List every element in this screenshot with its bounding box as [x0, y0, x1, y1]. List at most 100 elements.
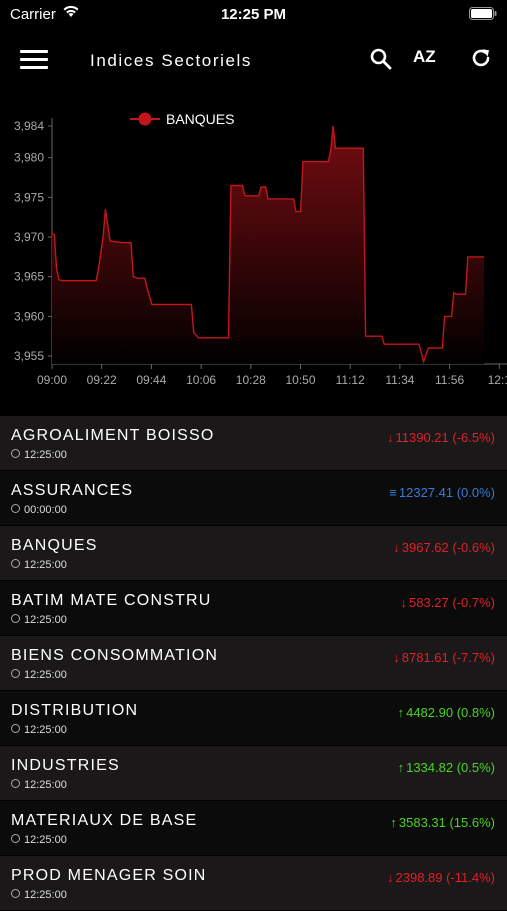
x-tick-label: 09:22 — [87, 373, 117, 387]
clock-icon — [11, 614, 20, 623]
sector-name: DISTRIBUTION — [11, 702, 139, 719]
trend-flat-icon: ≡ — [389, 485, 397, 500]
sector-value: ↓ 583.27 (-0.7%) — [401, 595, 496, 610]
sector-time: 12:25:00 — [11, 559, 67, 571]
y-tick-label: 3,960 — [14, 309, 44, 323]
x-tick-label: 10:06 — [186, 373, 216, 387]
y-tick-label: 3,980 — [14, 151, 44, 165]
sector-value-text: 1334.82 (0.5%) — [406, 760, 495, 775]
sector-time-value: 12:25:00 — [24, 834, 67, 846]
sector-value: ↑ 3583.31 (15.6%) — [390, 815, 495, 830]
sector-value: ↓ 11390.21 (-6.5%) — [387, 430, 495, 445]
sector-value: ≡ 12327.41 (0.0%) — [389, 485, 495, 500]
sector-value: ↓ 8781.61 (-7.7%) — [393, 650, 495, 665]
trend-down-icon: ↓ — [393, 650, 400, 665]
sector-time: 12:25:00 — [11, 779, 67, 791]
page-title: Indices Sectoriels — [90, 51, 253, 70]
y-tick-label: 3,965 — [14, 270, 44, 284]
y-tick-label: 3,975 — [14, 190, 44, 204]
sector-chart: BANQUES 3,955 3,960 3,965 3,970 3,975 3,980 3,… — [0, 100, 507, 400]
sector-row[interactable]: DISTRIBUTION 12:25:00 ↑ 4482.90 (0.8%) — [0, 691, 507, 746]
sector-row[interactable]: ASSURANCES 00:00:00 ≡ 12327.41 (0.0%) — [0, 471, 507, 526]
sector-time: 00:00:00 — [11, 504, 67, 516]
trend-down-icon: ↓ — [393, 540, 400, 555]
x-tick-label: 11:34 — [385, 373, 414, 387]
clock-icon — [11, 504, 20, 513]
sector-value-text: 11390.21 (-6.5%) — [395, 430, 496, 445]
sector-name: AGROALIMENT BOISSO — [11, 427, 215, 444]
clock-icon — [11, 889, 20, 898]
x-tick-label: 09:00 — [37, 373, 67, 387]
trend-down-icon: ↓ — [400, 595, 408, 610]
clock-icon — [11, 449, 20, 458]
menu-icon[interactable] — [20, 48, 50, 70]
sector-value: ↑ 4482.90 (0.8%) — [398, 705, 495, 720]
y-tick-label: 3,984 — [14, 119, 44, 133]
sector-time: 12:25:00 — [11, 669, 67, 681]
trend-down-icon: ↓ — [387, 870, 394, 885]
sector-value-text: 3967.62 (-0.6%) — [401, 540, 495, 555]
status-bar: Carrier 12:25 PM — [0, 0, 507, 30]
sector-value: ↑ 1334.82 (0.5%) — [398, 760, 495, 775]
sector-row[interactable]: AGROALIMENT BOISSO 12:25:00 ↓ 11390.21 (-6.… — [0, 416, 507, 471]
sector-time-value: 12:25:00 — [24, 614, 67, 626]
sector-time-value: 12:25:00 — [24, 559, 67, 571]
sector-time: 12:25:00 — [11, 614, 67, 626]
sector-list: AGROALIMENT BOISSO 12:25:00 ↓ 11390.21 (-6.… — [0, 416, 507, 911]
sector-value-text: 583.27 (-0.7%) — [409, 595, 495, 610]
trend-up-icon: ↑ — [397, 705, 405, 720]
chart-svg: BANQUES 3,955 3,960 3,965 3,970 3,975 3,980 3,… — [14, 111, 507, 387]
sector-value: ↓ 3967.62 (-0.6%) — [393, 540, 495, 555]
clock-icon — [11, 559, 20, 568]
x-tick-label: 09:44 — [136, 373, 166, 387]
sort-az-label: AZ — [413, 47, 436, 66]
sector-name: MATERIAUX DE BASE — [11, 812, 198, 829]
sector-name: ASSURANCES — [11, 482, 134, 499]
clock-icon — [11, 669, 20, 678]
battery-icon — [469, 7, 497, 20]
sector-value-text: 3583.31 (15.6%) — [398, 815, 495, 830]
sector-time-value: 12:25:00 — [24, 779, 67, 791]
clock-icon — [11, 779, 20, 788]
sector-value-text: 4482.90 (0.8%) — [406, 705, 495, 720]
trend-down-icon: ↓ — [387, 430, 394, 445]
sector-time-value: 12:25:00 — [24, 724, 67, 736]
sector-time-value: 12:25:00 — [24, 889, 67, 901]
sector-name: BATIM MATE CONSTRU — [11, 592, 212, 609]
sector-value: ↓ 2398.89 (-11.4%) — [387, 870, 495, 885]
x-tick-label: 11:56 — [435, 373, 464, 387]
sector-name: PROD MENAGER SOIN — [11, 867, 207, 884]
sector-row[interactable]: BATIM MATE CONSTRU 12:25:00 ↓ 583.27 (-0.7%… — [0, 581, 507, 636]
trend-up-icon: ↑ — [397, 760, 405, 775]
sector-row[interactable]: BANQUES 12:25:00 ↓ 3967.62 (-0.6%) — [0, 526, 507, 581]
search-icon[interactable] — [369, 47, 393, 71]
sector-time-value: 12:25:00 — [24, 449, 67, 461]
refresh-icon[interactable] — [469, 46, 493, 70]
legend-label: BANQUES — [166, 111, 234, 127]
sector-value-text: 2398.89 (-11.4%) — [395, 870, 496, 885]
sector-time-value: 00:00:00 — [24, 504, 67, 516]
status-time: 12:25 PM — [220, 6, 287, 23]
sort-az-icon[interactable]: AZ — [413, 47, 436, 67]
sector-time-value: 12:25:00 — [24, 669, 67, 681]
x-tick-label: 10:28 — [236, 373, 266, 387]
sector-row[interactable]: INDUSTRIES 12:25:00 ↑ 1334.82 (0.5%) — [0, 746, 507, 801]
x-tick-label: 10:50 — [285, 373, 315, 387]
x-tick-label: 11:12 — [336, 373, 365, 387]
sector-value-text: 12327.41 (0.0%) — [398, 485, 495, 500]
sector-row[interactable]: MATERIAUX DE BASE 12:25:00 ↑ 3583.31 (15.6%… — [0, 801, 507, 856]
sector-name: BIENS CONSOMMATION — [11, 647, 219, 664]
sector-row[interactable]: PROD MENAGER SOIN 12:25:00 ↓ 2398.89 (-11.4… — [0, 856, 507, 911]
chart-legend: BANQUES — [130, 111, 234, 127]
x-tick-label: 12:1 — [488, 373, 507, 387]
clock-icon — [11, 834, 20, 843]
sector-time: 12:25:00 — [11, 449, 67, 461]
sector-value-text: 8781.61 (-7.7%) — [401, 650, 495, 665]
sector-time: 12:25:00 — [11, 889, 67, 901]
clock-icon — [11, 724, 20, 733]
legend-marker — [138, 112, 152, 126]
sector-row[interactable]: BIENS CONSOMMATION 12:25:00 ↓ 8781.61 (-7.7… — [0, 636, 507, 691]
sector-name: INDUSTRIES — [11, 757, 120, 774]
y-tick-label: 3,955 — [14, 349, 44, 363]
series-area — [52, 125, 485, 365]
